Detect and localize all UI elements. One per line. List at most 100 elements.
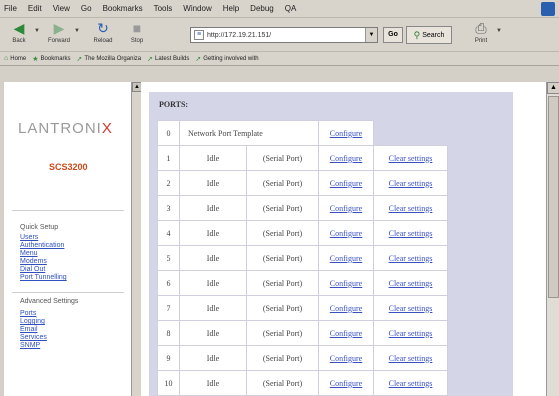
bookmark-bookmarks[interactable]: ★ Bookmarks [32, 55, 70, 63]
port-status: Idle [179, 245, 247, 271]
port-number: 5 [157, 245, 180, 271]
clear-settings-link[interactable]: Clear settings [389, 204, 433, 213]
clear-settings-link[interactable]: Clear settings [389, 254, 433, 263]
port-type: (Serial Port) [246, 220, 319, 246]
table-row: 7 Idle (Serial Port) Configure Clear setting… [157, 295, 448, 321]
clear-settings-link[interactable]: Clear settings [389, 379, 433, 388]
clear-settings-link[interactable]: Clear settings [389, 179, 433, 188]
page-title: PORTS: [159, 100, 189, 109]
menu-edit[interactable]: Edit [28, 4, 42, 13]
stop-button[interactable]: ■ Stop [122, 20, 152, 50]
ports-panel: PORTS: 0 Network Port Template Configure… [149, 92, 513, 396]
bookmark-latest-builds[interactable]: ➚ Latest Builds [147, 55, 189, 63]
lantronix-logo: LANTRONIX [18, 120, 113, 137]
clear-settings-link[interactable]: Clear settings [389, 304, 433, 313]
configure-template-link[interactable]: Configure [330, 129, 362, 138]
bookmark-mozilla[interactable]: ➚ The Mozilla Organiza [77, 55, 142, 63]
link-icon: ➚ [76, 55, 83, 63]
configure-port-link[interactable]: Configure [330, 354, 362, 363]
nav-link-authentication[interactable]: Authentication [20, 242, 64, 249]
clear-settings-link[interactable]: Clear settings [389, 154, 433, 163]
print-button[interactable]: ⎙ Print ▼ [466, 20, 502, 50]
configure-port-link[interactable]: Configure [330, 154, 362, 163]
menu-help[interactable]: Help [223, 4, 239, 13]
forward-button[interactable]: ▶ Forward ▼ [44, 20, 80, 50]
port-number: 8 [157, 320, 180, 346]
configure-port-link[interactable]: Configure [330, 329, 362, 338]
nav-link-snmp[interactable]: SNMP [20, 342, 40, 349]
main-frame-scrollbar[interactable]: ▲ [546, 82, 559, 396]
clear-settings-link[interactable]: Clear settings [389, 329, 433, 338]
menu-file[interactable]: File [4, 4, 17, 13]
quick-setup-heading: Quick Setup [20, 224, 59, 231]
nav-link-ports[interactable]: Ports [20, 310, 36, 317]
nav-link-dial-out[interactable]: Dial Out [20, 266, 45, 273]
configure-port-link[interactable]: Configure [330, 229, 362, 238]
table-row: 0 Network Port Template Configure [157, 120, 448, 146]
clear-settings-link[interactable]: Clear settings [389, 354, 433, 363]
menu-bar: File Edit View Go Bookmarks Tools Window… [0, 0, 559, 18]
chevron-down-icon[interactable]: ▼ [496, 28, 502, 34]
port-number: 9 [157, 345, 180, 371]
left-frame-scrollbar[interactable]: ▲ [131, 82, 142, 396]
nav-link-logging[interactable]: Logging [20, 318, 45, 325]
clear-settings-link[interactable]: Clear settings [389, 279, 433, 288]
port-type: (Serial Port) [246, 145, 319, 171]
menu-debug[interactable]: Debug [250, 4, 274, 13]
clear-settings-link[interactable]: Clear settings [389, 229, 433, 238]
bookmark-icon: ★ [32, 55, 39, 63]
port-number: 2 [157, 170, 180, 196]
back-button[interactable]: ◀ Back ▼ [4, 20, 40, 50]
configure-port-link[interactable]: Configure [330, 254, 362, 263]
bookmark-getting-involved[interactable]: ➚ Getting involved with [195, 55, 258, 63]
nav-link-port-tunnelling[interactable]: Port Tunnelling [20, 274, 67, 281]
bookmarks-toolbar: ⌂ Home ★ Bookmarks ➚ The Mozilla Organiza ➚… [0, 52, 559, 66]
nav-link-users[interactable]: Users [20, 234, 38, 241]
search-button[interactable]: ⚲ Search [406, 26, 452, 44]
table-row: 4 Idle (Serial Port) Configure Clear setting… [157, 220, 448, 246]
divider [12, 210, 124, 211]
throbber-icon [541, 2, 555, 16]
port-status: Idle [179, 195, 247, 221]
configure-port-link[interactable]: Configure [330, 279, 362, 288]
configure-port-link[interactable]: Configure [330, 204, 362, 213]
menu-qa[interactable]: QA [285, 4, 297, 13]
back-arrow-icon: ◀ [13, 20, 25, 36]
go-button[interactable]: Go [383, 27, 403, 43]
table-row: 8 Idle (Serial Port) Configure Clear setting… [157, 320, 448, 346]
scrollbar-thumb[interactable] [548, 96, 559, 298]
nav-link-email[interactable]: Email [20, 326, 38, 333]
url-dropdown-icon[interactable]: ▼ [365, 28, 377, 42]
table-row: 3 Idle (Serial Port) Configure Clear setting… [157, 195, 448, 221]
chevron-down-icon[interactable]: ▼ [34, 28, 40, 34]
nav-link-services[interactable]: Services [20, 334, 47, 341]
model-name: SCS3200 [49, 162, 88, 172]
menu-window[interactable]: Window [183, 4, 211, 13]
scroll-up-icon[interactable]: ▲ [547, 82, 559, 94]
search-icon: ⚲ [413, 29, 421, 40]
port-status: Idle [179, 295, 247, 321]
reload-icon: ↻ [97, 20, 109, 36]
nav-link-modems[interactable]: Modems [20, 258, 47, 265]
port-number: 7 [157, 295, 180, 321]
bookmark-home[interactable]: ⌂ Home [4, 55, 26, 62]
configure-port-link[interactable]: Configure [330, 379, 362, 388]
configure-port-link[interactable]: Configure [330, 304, 362, 313]
page-icon: ≡ [194, 30, 204, 40]
port-status: Idle [179, 270, 247, 296]
nav-link-menu[interactable]: Menu [20, 250, 38, 257]
address-bar[interactable]: ≡ [190, 27, 378, 43]
menu-view[interactable]: View [53, 4, 70, 13]
port-status: Idle [179, 220, 247, 246]
port-number: 6 [157, 270, 180, 296]
table-row: 2 Idle (Serial Port) Configure Clear setting… [157, 170, 448, 196]
menu-go[interactable]: Go [81, 4, 92, 13]
menu-tools[interactable]: Tools [154, 4, 173, 13]
reload-button[interactable]: ↻ Reload [88, 20, 118, 50]
navigation-toolbar: ◀ Back ▼ ▶ Forward ▼ ↻ Reload ■ Stop ≡ ▼… [0, 18, 559, 52]
port-type: (Serial Port) [246, 170, 319, 196]
url-input[interactable] [207, 31, 367, 39]
chevron-down-icon[interactable]: ▼ [74, 28, 80, 34]
menu-bookmarks[interactable]: Bookmarks [103, 4, 143, 13]
configure-port-link[interactable]: Configure [330, 179, 362, 188]
